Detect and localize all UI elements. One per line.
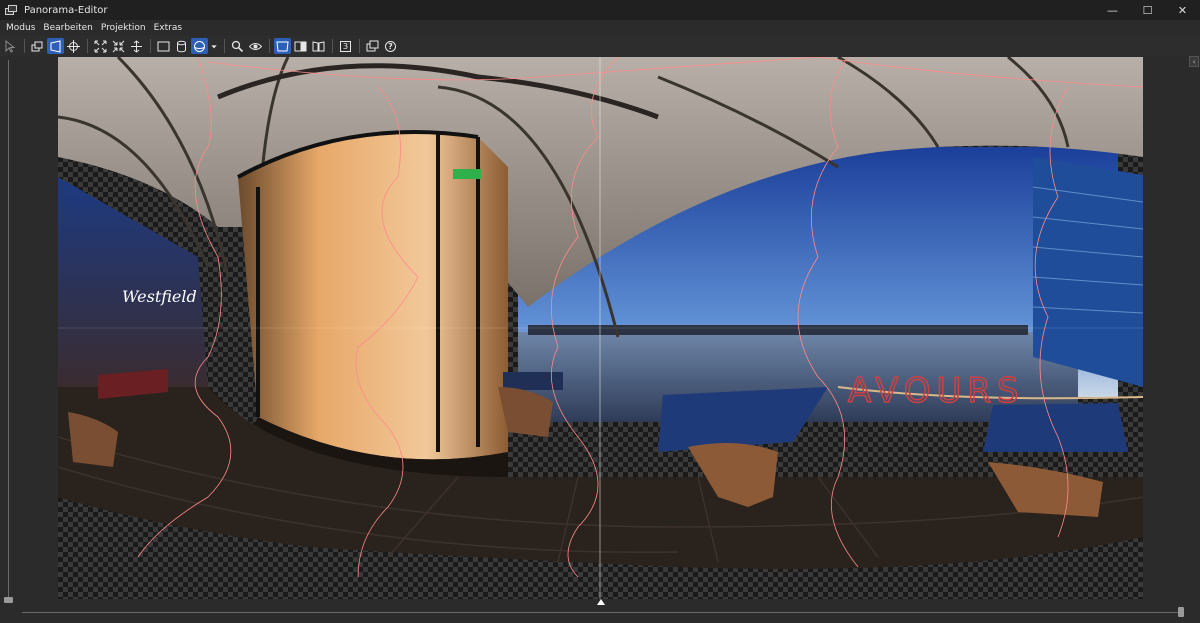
rect-projection-button[interactable] xyxy=(155,38,172,54)
menu-modus[interactable]: Modus xyxy=(2,23,39,33)
window-title: Panorama-Editor xyxy=(24,4,108,16)
help-button[interactable]: ? xyxy=(382,38,399,54)
number-3-label: 3 xyxy=(339,40,352,52)
close-button[interactable]: ✕ xyxy=(1165,0,1200,20)
menu-bearbeiten[interactable]: Bearbeiten xyxy=(39,23,96,33)
menu-projektion[interactable]: Projektion xyxy=(97,23,150,33)
vertical-slider-handle[interactable] xyxy=(4,597,13,603)
menu-bar: Modus Bearbeiten Projektion Extras xyxy=(0,20,1200,36)
panorama-canvas[interactable]: Westfield AVOURS xyxy=(58,57,1143,599)
windows-icon xyxy=(366,40,379,51)
left-building xyxy=(58,177,208,387)
level-horizon-button[interactable] xyxy=(128,38,145,54)
frame-split-icon xyxy=(312,40,325,51)
perspective-icon xyxy=(50,39,61,53)
toolbar-separator xyxy=(224,39,225,53)
expand-icon xyxy=(94,40,107,52)
panel-toggle-button[interactable]: ‹ xyxy=(1189,56,1199,67)
westfield-sign: Westfield xyxy=(122,287,197,306)
layers-icon xyxy=(31,41,43,51)
crosshair-button[interactable] xyxy=(65,38,82,54)
toolbar-separator xyxy=(24,39,25,53)
move-vertical-icon xyxy=(131,39,142,53)
select-tool-button[interactable] xyxy=(2,38,19,54)
fit-expand-button[interactable] xyxy=(92,38,109,54)
horizontal-slider-track[interactable] xyxy=(22,612,1182,613)
title-bar: Panorama-Editor — ☐ ✕ xyxy=(0,0,1200,20)
preview-button[interactable] xyxy=(247,38,264,54)
center-marker xyxy=(597,599,605,605)
fit-shrink-button[interactable] xyxy=(110,38,127,54)
toolbar: 3 ? xyxy=(0,36,1200,56)
reflection-sign: AVOURS xyxy=(848,371,1025,411)
crosshair-icon xyxy=(67,39,80,53)
app-icon xyxy=(5,4,19,16)
shrink-icon xyxy=(112,40,125,52)
view-mode-2-button[interactable] xyxy=(292,38,309,54)
sphere-projection-button[interactable] xyxy=(191,38,208,54)
help-icon: ? xyxy=(385,40,396,52)
zoom-button[interactable] xyxy=(229,38,246,54)
distant-shore xyxy=(528,325,1028,335)
number-3-button[interactable]: 3 xyxy=(337,38,354,54)
projection-dropdown-button[interactable] xyxy=(209,38,219,54)
toolbar-separator xyxy=(269,39,270,53)
maximize-button[interactable]: ☐ xyxy=(1130,0,1165,20)
cylinder-projection-button[interactable] xyxy=(173,38,190,54)
toolbar-separator xyxy=(359,39,360,53)
toolbar-separator xyxy=(332,39,333,53)
dropdown-arrow-icon xyxy=(211,44,217,48)
minimize-button[interactable]: — xyxy=(1095,0,1130,20)
vertical-slider-track[interactable] xyxy=(8,60,9,600)
window-controls: — ☐ ✕ xyxy=(1095,0,1200,20)
panorama-image: Westfield AVOURS xyxy=(58,57,1143,599)
magnifier-icon xyxy=(231,40,244,52)
cylinder-icon xyxy=(177,40,186,52)
toolbar-separator xyxy=(87,39,88,53)
rectangle-icon xyxy=(157,41,170,51)
menu-extras[interactable]: Extras xyxy=(150,23,186,33)
exit-sign xyxy=(453,169,481,179)
frame-perspective-icon xyxy=(276,41,289,51)
sphere-icon xyxy=(194,40,205,52)
horizontal-slider-handle[interactable] xyxy=(1178,607,1184,617)
eye-icon xyxy=(249,42,262,50)
view-mode-1-button[interactable] xyxy=(274,38,291,54)
perspective-edit-button[interactable] xyxy=(47,38,64,54)
windows-button[interactable] xyxy=(364,38,381,54)
layers-button[interactable] xyxy=(29,38,46,54)
frame-half-icon xyxy=(294,41,307,51)
cursor-select-icon xyxy=(5,39,16,53)
table-center xyxy=(658,387,828,452)
toolbar-separator xyxy=(150,39,151,53)
right-tower xyxy=(1033,157,1143,387)
view-mode-3-button[interactable] xyxy=(310,38,327,54)
table-middle xyxy=(503,372,563,390)
